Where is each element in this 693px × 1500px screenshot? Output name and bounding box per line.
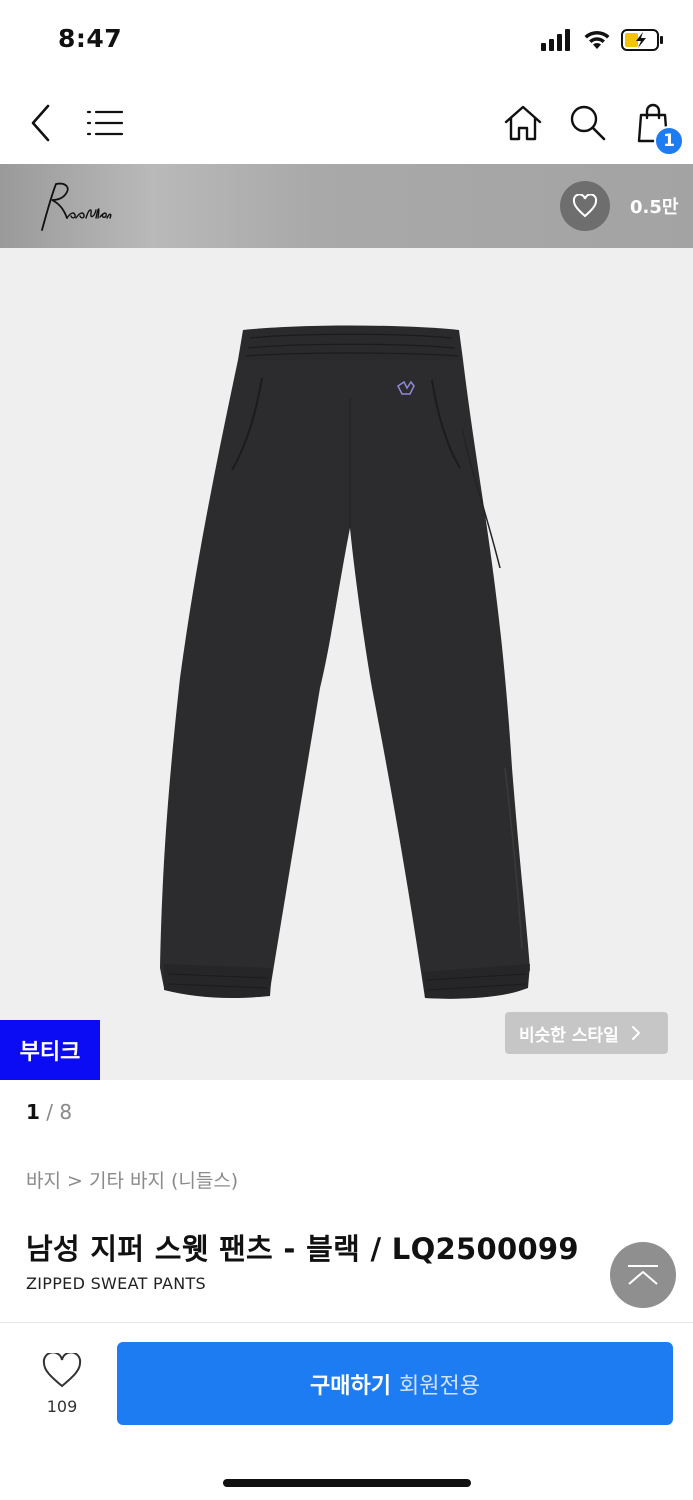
cart-button[interactable]: 1 <box>630 100 684 156</box>
brand-banner[interactable]: 0.5만 <box>0 164 693 248</box>
pager-separator: / <box>39 1100 60 1124</box>
status-icons <box>541 28 665 52</box>
sweat-pants-image <box>160 325 530 999</box>
product-subtitle: ZIPPED SWEAT PANTS <box>26 1274 207 1293</box>
heart-outline-icon <box>42 1351 82 1388</box>
cart-count-badge: 1 <box>654 126 684 156</box>
buy-button[interactable]: 구매하기 회원전용 <box>117 1342 673 1425</box>
status-time: 8:47 <box>58 24 123 53</box>
product-title: 남성 지퍼 스웻 팬츠 - 블랙 / LQ2500099 <box>26 1232 579 1266</box>
status-bar: 8:47 <box>0 0 693 80</box>
menu-icon <box>86 110 124 136</box>
boutique-tag: 부티크 <box>0 1020 100 1080</box>
brand-like-button[interactable] <box>560 181 610 231</box>
search-button[interactable] <box>565 100 611 146</box>
needles-logo <box>41 182 112 231</box>
product-image[interactable]: 부티크 비슷한 스타일 <box>0 248 693 1080</box>
buy-label: 구매하기 <box>310 1373 391 1399</box>
home-icon <box>504 105 542 141</box>
members-only-note: 회원전용 <box>399 1373 480 1399</box>
wifi-icon <box>584 30 610 49</box>
bottom-action-bar: 109 구매하기 회원전용 <box>0 1322 693 1500</box>
nav-bar: 1 <box>0 82 693 164</box>
back-button[interactable] <box>18 100 64 146</box>
current-page: 1 <box>26 1100 40 1124</box>
back-icon <box>31 104 50 142</box>
breadcrumb[interactable]: 바지 > 기타 바지 (니들스) <box>26 1166 238 1193</box>
similar-style-label: 비슷한 스타일 <box>519 1025 619 1046</box>
battery-icon <box>621 29 663 51</box>
wish-button[interactable]: 109 <box>38 1351 86 1416</box>
heart-icon <box>572 194 598 218</box>
arrow-up-icon <box>628 1265 658 1285</box>
signal-icon <box>541 29 570 51</box>
scroll-top-button[interactable] <box>610 1242 676 1308</box>
similar-style-button[interactable]: 비슷한 스타일 <box>505 1012 668 1054</box>
image-pager: 1 / 8 <box>26 1100 72 1124</box>
total-pages: 8 <box>59 1100 73 1124</box>
menu-button[interactable] <box>82 100 128 146</box>
home-indicator <box>223 1479 471 1487</box>
search-icon <box>570 105 606 141</box>
home-button[interactable] <box>500 100 546 146</box>
brand-like-count: 0.5만 <box>630 197 679 218</box>
chevron-right-icon <box>631 1026 640 1040</box>
wish-count: 109 <box>46 1397 78 1416</box>
